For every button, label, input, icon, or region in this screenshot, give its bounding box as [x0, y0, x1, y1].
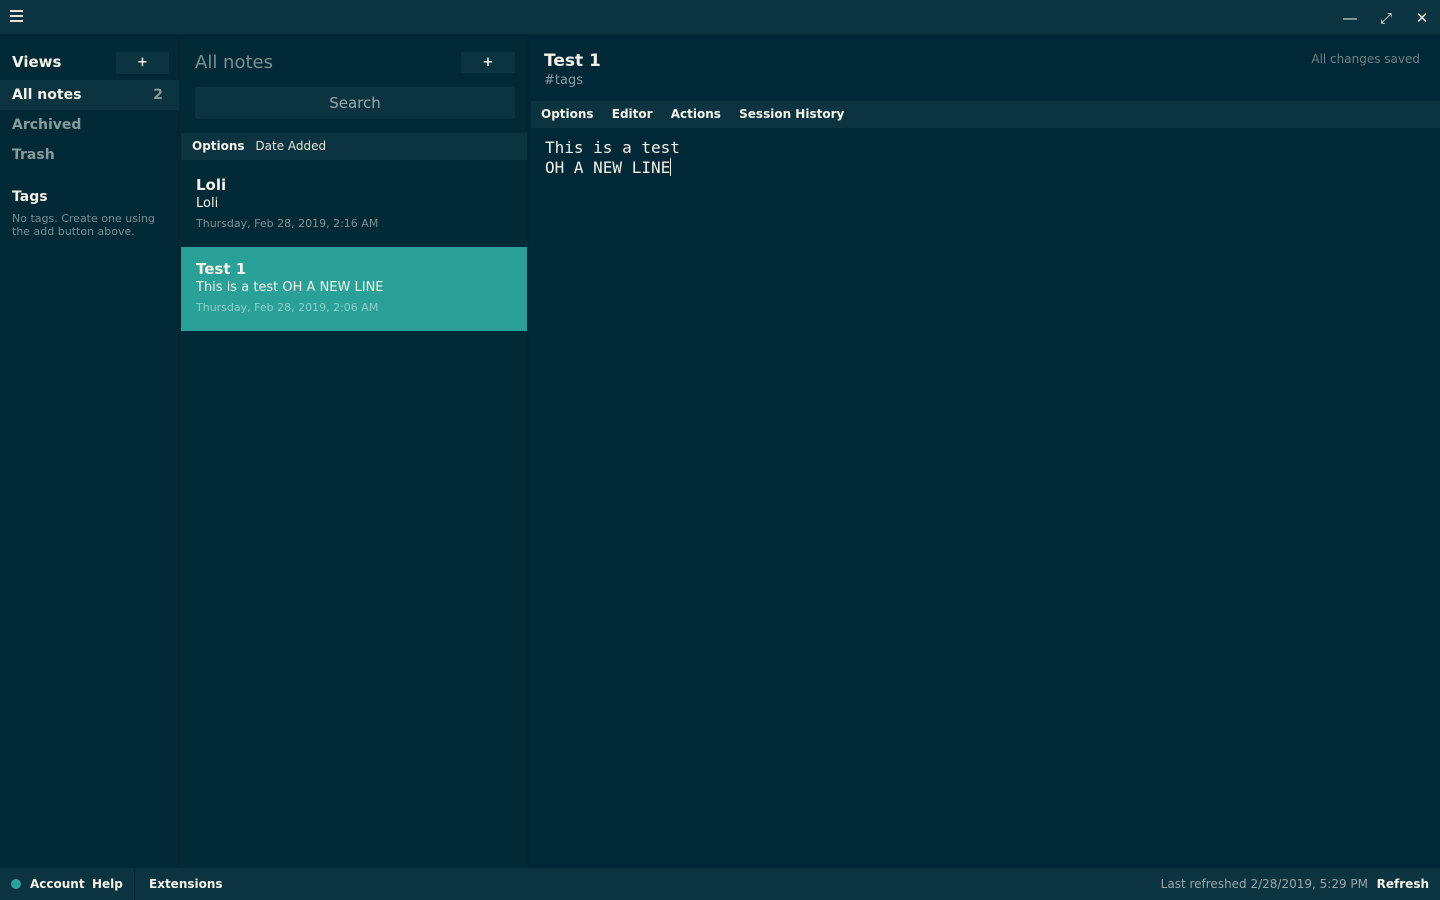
note-date: Thursday, Feb 28, 2019, 2:16 AM: [196, 217, 379, 230]
editor-menu-bar: Options Editor Actions Session History: [531, 101, 1440, 128]
sidebar-item-all-notes[interactable]: All notes 2: [0, 80, 179, 110]
menu-editor[interactable]: Editor: [612, 107, 653, 121]
editor-panel: Test 1 #tags All changes saved Options E…: [531, 36, 1440, 868]
footer-divider: [134, 868, 135, 900]
sidebar-item-label: Trash: [12, 147, 55, 163]
menu-actions[interactable]: Actions: [671, 107, 721, 121]
notes-options-bar: Options Date Added: [181, 133, 527, 160]
add-view-button[interactable]: +: [116, 52, 169, 74]
note-preview: This is a test OH A NEW LINE: [196, 280, 384, 295]
tags-empty-message: No tags. Create one using the add button…: [12, 212, 155, 238]
tags-title: Tags: [12, 189, 48, 205]
notes-options-button[interactable]: Options: [192, 139, 245, 153]
sidebar-item-label: All notes: [12, 87, 82, 103]
sidebar-item-label: Archived: [12, 117, 82, 133]
menu-session-history[interactable]: Session History: [739, 107, 844, 121]
note-title: Test 1: [196, 260, 247, 278]
menu-options[interactable]: Options: [541, 107, 594, 121]
sort-by-button[interactable]: Date Added: [255, 139, 326, 153]
add-note-button[interactable]: +: [461, 52, 515, 73]
views-title: Views: [12, 53, 62, 71]
note-title-input[interactable]: Test 1: [544, 51, 601, 71]
title-bar: — ⤢ ✕: [0, 0, 1440, 35]
minimize-icon[interactable]: —: [1340, 8, 1360, 28]
note-preview: Loli: [196, 196, 219, 211]
search-input[interactable]: [195, 87, 515, 119]
tags-input[interactable]: #tags: [544, 73, 583, 88]
extensions-button[interactable]: Extensions: [149, 868, 223, 900]
sidebar-item-trash[interactable]: Trash: [0, 140, 179, 170]
save-status: All changes saved: [1311, 52, 1420, 66]
refresh-button[interactable]: Refresh: [1377, 868, 1429, 900]
help-button[interactable]: Help: [92, 868, 123, 900]
views-sidebar: Views + All notes 2 Archived Trash Tags …: [0, 36, 179, 868]
text-caret: [670, 158, 672, 176]
footer-bar: Account Help Extensions Last refreshed 2…: [0, 868, 1440, 900]
hamburger-icon[interactable]: [10, 10, 26, 24]
last-refreshed: Last refreshed 2/28/2019, 5:29 PM: [1160, 877, 1368, 891]
note-list-item-selected[interactable]: Test 1 This is a test OH A NEW LINE Thur…: [181, 247, 527, 331]
notes-list-title: All notes: [195, 52, 273, 73]
text-line: OH A NEW LINE: [545, 158, 671, 177]
account-button[interactable]: Account: [30, 868, 85, 900]
close-icon[interactable]: ✕: [1412, 8, 1432, 28]
notes-list-panel: All notes + Options Date Added Loli Loli…: [181, 36, 529, 868]
note-date: Thursday, Feb 28, 2019, 2:06 AM: [196, 301, 379, 314]
text-line: This is a test: [545, 138, 680, 157]
note-list-item[interactable]: Loli Loli Thursday, Feb 28, 2019, 2:16 A…: [181, 163, 527, 247]
sidebar-item-archived[interactable]: Archived: [0, 110, 179, 140]
note-title: Loli: [196, 176, 227, 194]
maximize-icon[interactable]: ⤢: [1376, 8, 1396, 28]
note-text-editor[interactable]: This is a test OH A NEW LINE: [545, 138, 1425, 838]
sync-status-icon: [11, 879, 21, 889]
notes-count: 2: [153, 87, 163, 103]
